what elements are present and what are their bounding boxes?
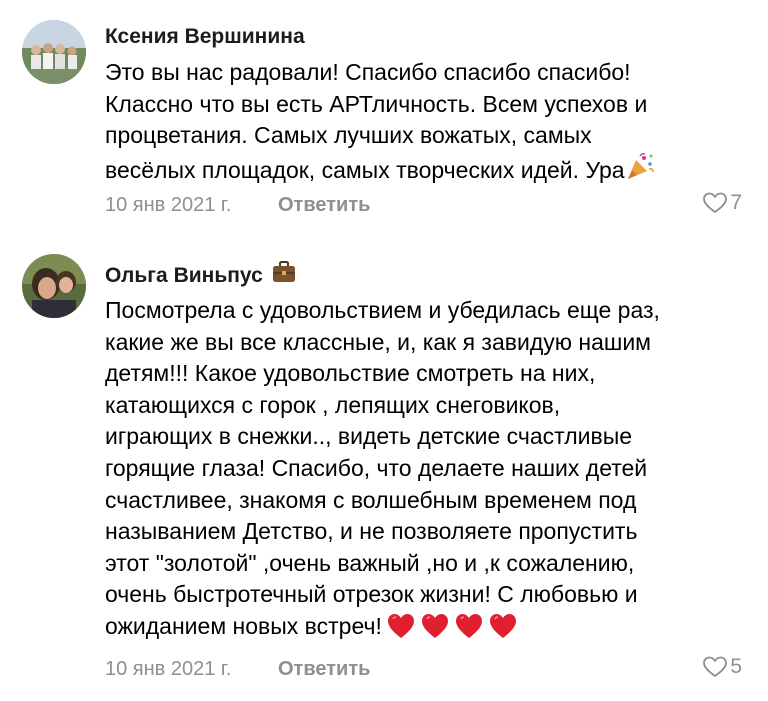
avatar[interactable] [22, 20, 86, 84]
reply-button[interactable]: Ответить [278, 193, 370, 217]
like-button[interactable]: 5 [702, 655, 742, 679]
comment-date: 10 янв 2021 г. [105, 194, 232, 216]
comment-author[interactable]: Ольга Виньпус [105, 260, 297, 291]
comment-author[interactable]: Ксения Вершинина [105, 24, 305, 50]
comment-text-body: Посмотрела с удовольствием и убедилась е… [105, 297, 660, 639]
comment-date: 10 янв 2021 г. [105, 658, 232, 680]
avatar[interactable] [22, 254, 86, 318]
like-count: 5 [730, 655, 742, 678]
reply-button[interactable]: Ответить [278, 657, 370, 681]
comment-text-body: Это вы нас радовали! Спасибо спасибо спа… [105, 59, 648, 183]
red-heart-icon [421, 613, 448, 638]
red-heart-icon [455, 613, 482, 638]
heart-outline-icon [702, 655, 728, 679]
red-heart-icon [387, 613, 414, 638]
comment-text: Это вы нас радовали! Спасибо спасибо спа… [105, 57, 745, 190]
heart-outline-icon [702, 191, 728, 215]
party-popper-icon [625, 152, 655, 191]
comment-text: Посмотрела с удовольствием и убедилась е… [105, 295, 745, 643]
briefcase-icon [271, 260, 297, 291]
like-button[interactable]: 7 [702, 191, 742, 215]
red-heart-icon [489, 613, 516, 638]
hearts-emoji [386, 612, 518, 640]
comment-author-name: Ольга Виньпус [105, 263, 263, 287]
like-count: 7 [730, 191, 742, 214]
